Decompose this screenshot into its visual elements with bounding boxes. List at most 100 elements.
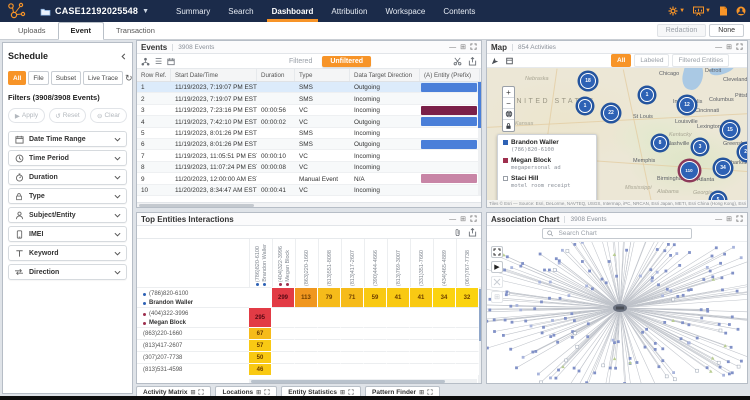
map-marker[interactable]: 34 — [715, 160, 731, 176]
zoom-out-button[interactable]: − — [503, 98, 514, 109]
matrix-cell[interactable] — [433, 363, 456, 375]
matrix-cell[interactable]: 57 — [249, 339, 272, 351]
attach-icon[interactable] — [454, 228, 462, 237]
segment-file[interactable]: File — [28, 71, 49, 85]
filter-time-period[interactable]: Time Period — [8, 150, 127, 166]
matrix-cell[interactable]: 59 — [364, 287, 387, 307]
zoom-in-button[interactable]: + — [503, 87, 514, 98]
filter-direction[interactable]: Direction — [8, 264, 127, 280]
matrix-cell[interactable] — [341, 339, 364, 351]
clear-button[interactable]: ⊖ Clear — [90, 108, 127, 123]
matrix-cell[interactable] — [295, 307, 318, 327]
case-selector[interactable]: CASE12192025548 ▼ — [40, 6, 149, 16]
matrix-cell[interactable] — [318, 339, 341, 351]
events-vertical-scrollbar[interactable] — [478, 82, 481, 196]
matrix-column-header[interactable]: (434)465-4889 — [433, 239, 456, 287]
layers-icon[interactable] — [505, 57, 514, 65]
grid-icon[interactable]: ⊞ — [726, 216, 732, 223]
pan-cursor-icon[interactable] — [491, 57, 499, 65]
map-marker[interactable]: 12 — [679, 97, 695, 113]
table-row[interactable]: 2 11/19/2023, 7:19:07 PM EST SMS Incoming — [137, 93, 481, 105]
map-filter-filtered-entities[interactable]: Filtered Entities — [672, 54, 730, 67]
map-marker[interactable]: 3 — [693, 140, 707, 154]
matrix-cell[interactable] — [456, 351, 479, 363]
matrix-row-label[interactable]: (863)220-1660 — [137, 327, 249, 339]
matrix-cell[interactable]: 79 — [318, 287, 341, 307]
expand-icon[interactable] — [736, 42, 743, 52]
settings-gear-button[interactable]: ▼ — [668, 6, 685, 16]
matrix-cell[interactable] — [387, 363, 410, 375]
export-icon[interactable] — [468, 227, 477, 237]
table-row[interactable]: 4 11/19/2023, 7:42:10 PM EST 00:00:02 VC Out… — [137, 116, 481, 128]
popup-entity-row[interactable]: Brandon Waller (786)820-6100 — [503, 139, 591, 153]
matrix-column-header[interactable]: (863)220-1660 — [295, 239, 318, 287]
matrix-cell[interactable] — [387, 327, 410, 339]
list-view-icon[interactable]: ☰ — [155, 57, 162, 66]
matrix-cell[interactable] — [433, 351, 456, 363]
fit-view-icon[interactable] — [491, 276, 503, 288]
lock-button[interactable] — [503, 120, 514, 131]
filter-imei[interactable]: IMEI — [8, 226, 127, 242]
matrix-cell[interactable] — [456, 327, 479, 339]
matrix-cell[interactable] — [433, 307, 456, 327]
grid-layout-icon[interactable]: ⊞ — [491, 291, 503, 303]
filter-type[interactable]: Type — [8, 188, 127, 204]
map-marker[interactable]: 8 — [653, 136, 667, 150]
matrix-column-header[interactable]: (390)444-4666 — [364, 239, 387, 287]
map-marker[interactable]: 15 — [722, 122, 738, 138]
filter-keyword[interactable]: Keyword — [8, 245, 127, 261]
column-header-4[interactable]: Type — [295, 69, 350, 81]
table-row[interactable]: 10 11/20/2023, 8:34:47 AM EST 00:00:41 VC In… — [137, 184, 481, 196]
matrix-horizontal-scrollbar[interactable] — [249, 379, 477, 383]
matrix-row-label[interactable]: (813)531-4598 — [137, 363, 249, 375]
redaction-value-button[interactable]: None — [709, 24, 744, 37]
matrix-cell[interactable] — [341, 351, 364, 363]
matrix-cell[interactable] — [249, 287, 272, 307]
popup-entity-row[interactable]: Megan Block megapersonal ad — [503, 157, 591, 171]
matrix-cell[interactable] — [272, 307, 295, 327]
collapse-sidebar-button[interactable] — [120, 47, 127, 65]
matrix-cell[interactable] — [433, 327, 456, 339]
matrix-cell[interactable] — [364, 307, 387, 327]
apply-button[interactable]: ▶ Apply — [8, 108, 45, 123]
matrix-cell[interactable]: 71 — [341, 287, 364, 307]
grid-icon[interactable]: ⊞ — [460, 216, 466, 223]
matrix-cell[interactable] — [456, 339, 479, 351]
nav-item-attribution[interactable]: Attribution — [322, 0, 376, 22]
matrix-cell[interactable] — [272, 339, 295, 351]
table-row[interactable]: 9 11/20/2023, 12:00:00 AM EST Manual Event… — [137, 173, 481, 185]
expand-icon[interactable] — [736, 214, 743, 224]
matrix-cell[interactable] — [318, 327, 341, 339]
user-avatar[interactable] — [736, 6, 746, 16]
map-marker[interactable]: 22 — [603, 105, 619, 121]
map-marker[interactable]: 18 — [580, 73, 596, 89]
minimize-icon[interactable]: — — [715, 44, 722, 51]
column-header-5[interactable]: Data Target Direction — [350, 69, 420, 81]
matrix-cell[interactable] — [410, 327, 433, 339]
grid-icon[interactable]: ⊞ — [726, 44, 732, 51]
matrix-cell[interactable] — [387, 351, 410, 363]
matrix-cell[interactable]: 299 — [272, 287, 295, 307]
matrix-column-header[interactable]: (813)769-3007 — [387, 239, 410, 287]
globe-button[interactable] — [503, 109, 514, 120]
matrix-cell[interactable] — [387, 339, 410, 351]
matrix-cell[interactable] — [410, 307, 433, 327]
matrix-cell[interactable] — [410, 351, 433, 363]
matrix-cell[interactable] — [318, 351, 341, 363]
tab-event[interactable]: Event — [57, 22, 104, 40]
segment-subset[interactable]: Subset — [50, 71, 82, 85]
map-marker[interactable]: 20 — [739, 144, 747, 160]
matrix-cell[interactable] — [295, 363, 318, 375]
table-row[interactable]: 1 11/19/2023, 7:19:07 PM EST SMS Outgoing — [137, 82, 481, 94]
matrix-cell[interactable] — [364, 363, 387, 375]
matrix-cell[interactable]: 41 — [387, 287, 410, 307]
reports-button[interactable]: ▼ — [693, 6, 711, 16]
matrix-column-header[interactable]: (813)551-8098 — [318, 239, 341, 287]
minimize-icon[interactable]: — — [449, 44, 456, 51]
tab-uploads[interactable]: Uploads — [6, 23, 58, 39]
matrix-cell[interactable] — [341, 363, 364, 375]
nav-item-contents[interactable]: Contents — [434, 0, 484, 22]
chart-search-box[interactable] — [542, 228, 692, 239]
matrix-cell[interactable] — [364, 339, 387, 351]
column-header-3[interactable]: Duration — [257, 69, 295, 81]
